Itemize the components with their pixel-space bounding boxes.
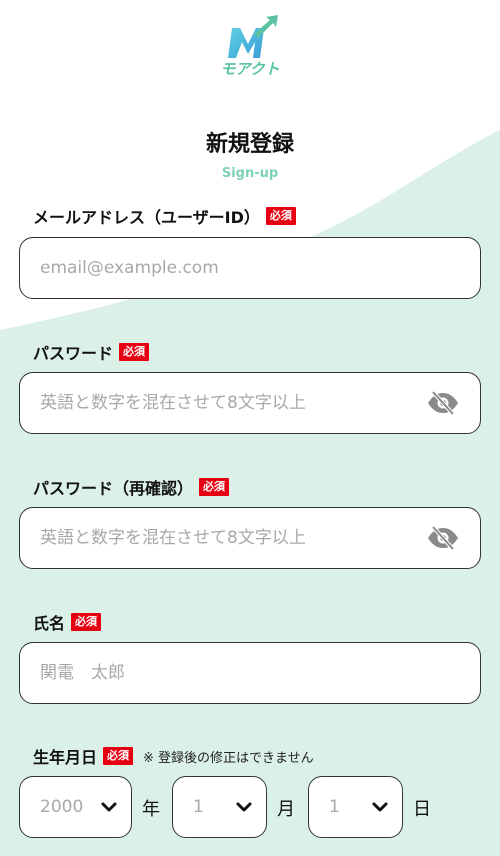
birth-year-select[interactable]: 2000 — [19, 776, 132, 838]
password-confirm-input[interactable] — [40, 528, 410, 548]
birth-year-unit: 年 — [142, 799, 160, 820]
birth-day-unit: 日 — [413, 799, 431, 820]
brand-wordmark: モアクト — [220, 60, 280, 78]
required-badge: 必須 — [103, 747, 134, 765]
chevron-down-icon — [236, 802, 252, 812]
password-label: パスワード 必須 — [33, 340, 150, 364]
birthdate-label-text: 生年月日 — [33, 748, 98, 767]
required-badge: 必須 — [199, 478, 230, 496]
chevron-down-icon — [372, 802, 388, 812]
eye-off-icon[interactable] — [426, 390, 460, 416]
eye-off-icon[interactable] — [426, 525, 460, 551]
name-label: 氏名 必須 — [33, 610, 102, 634]
password-confirm-label-text: パスワード（再確認） — [33, 479, 194, 498]
birth-month-value: 1 — [193, 797, 204, 817]
birth-month-select[interactable]: 1 — [172, 776, 267, 838]
birth-year-value: 2000 — [40, 797, 84, 817]
birth-month-unit: 月 — [277, 799, 295, 820]
email-label: メールアドレス（ユーザーID） 必須 — [33, 204, 296, 228]
page-title: 新規登録 — [205, 132, 294, 157]
birth-day-select[interactable]: 1 — [308, 776, 403, 838]
birthdate-note: ※ 登録後の修正はできません — [143, 750, 314, 766]
required-badge: 必須 — [119, 343, 150, 361]
birth-day-value: 1 — [329, 797, 340, 817]
password-confirm-field-box[interactable] — [19, 507, 481, 569]
password-input[interactable] — [40, 393, 410, 413]
email-input[interactable] — [40, 258, 460, 278]
required-badge: 必須 — [265, 207, 296, 225]
required-badge: 必須 — [71, 613, 102, 631]
name-field-box[interactable] — [19, 642, 481, 704]
email-label-text: メールアドレス（ユーザーID） — [33, 208, 260, 227]
name-input[interactable] — [40, 663, 460, 683]
password-label-text: パスワード — [33, 344, 114, 363]
birthdate-label: 生年月日 必須 ※ 登録後の修正はできません — [33, 744, 314, 768]
page-subtitle: Sign-up — [221, 166, 279, 181]
password-confirm-label: パスワード（再確認） 必須 — [33, 475, 230, 499]
name-label-text: 氏名 — [33, 614, 66, 633]
password-field-box[interactable] — [19, 372, 481, 434]
chevron-down-icon — [101, 802, 117, 812]
email-field-box[interactable] — [19, 237, 481, 299]
